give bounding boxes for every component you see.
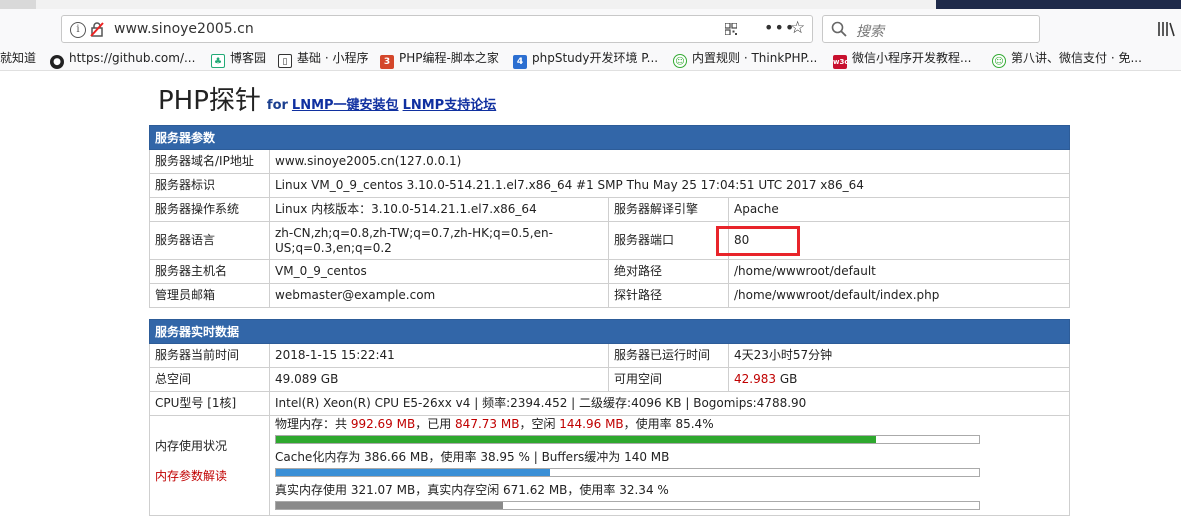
table-row: 服务器操作系统 Linux 内核版本：3.10.0-514.21.1.el7.x… bbox=[149, 197, 1071, 222]
bookmark-item[interactable]: ☺ 第八讲、微信支付 · 免... bbox=[992, 50, 1142, 68]
w3c-icon: w3c bbox=[833, 55, 849, 69]
memory-label-cell: 内存使用状况 内存参数解读 bbox=[149, 415, 270, 516]
real-memory-bar bbox=[275, 501, 980, 510]
realtime-data-table: 服务器实时数据 服务器当前时间 2018-1-15 15:22:41 服务器已运… bbox=[148, 319, 1071, 516]
physical-memory-fill bbox=[276, 436, 877, 443]
server-params-table: 服务器参数 服务器域名/IP地址 www.sinoye2005.cn(127.0… bbox=[148, 125, 1071, 308]
bookmark-star-icon[interactable]: ☆ bbox=[790, 18, 805, 38]
thinkphp-icon: ☺ bbox=[992, 54, 1006, 68]
total-space-label: 总空间 bbox=[149, 367, 270, 392]
info-icon[interactable]: i bbox=[70, 22, 86, 38]
thinkphp-icon: ☺ bbox=[673, 54, 687, 68]
engine-label: 服务器解译引擎 bbox=[608, 197, 729, 222]
real-memory-fill bbox=[276, 502, 504, 509]
free-space-unit: GB bbox=[776, 372, 798, 386]
probe-path-label: 探针路径 bbox=[608, 283, 729, 308]
free-space-number: 42.983 bbox=[734, 372, 776, 386]
real-memory-text: 真实内存使用 321.07 MB，真实内存空闲 671.62 MB，使用率 32… bbox=[275, 483, 669, 497]
cnblogs-icon: ♣ bbox=[211, 54, 225, 68]
hostname-label: 服务器主机名 bbox=[149, 259, 270, 284]
uptime-value: 4天23小时57分钟 bbox=[727, 343, 1071, 368]
memory-usage-label: 内存使用状况 bbox=[155, 439, 228, 453]
hostname-value: VM_0_9_centos bbox=[269, 259, 609, 284]
cpu-value: Intel(R) Xeon(R) CPU E5-26xx v4 | 频率:239… bbox=[268, 391, 1071, 416]
os-label: 服务器操作系统 bbox=[149, 197, 270, 222]
memory-help-link[interactable]: 内存参数解读 bbox=[155, 469, 264, 484]
cache-memory-fill bbox=[276, 469, 550, 476]
tab-strip bbox=[0, 0, 1181, 9]
book-icon: ▯ bbox=[278, 54, 292, 68]
server-params-header: 服务器参数 bbox=[148, 125, 1071, 150]
url-bar[interactable]: i www.sinoye2005.cn ••• ☆ bbox=[61, 15, 813, 43]
server-id-label: 服务器标识 bbox=[149, 173, 270, 198]
total-space-value: 49.089 GB bbox=[269, 367, 609, 392]
cache-memory-text: Cache化内存为 386.66 MB，使用率 38.95 % | Buffer… bbox=[275, 450, 670, 464]
free-space-value: 42.983 GB bbox=[727, 367, 1071, 392]
uptime-label: 服务器已运行时间 bbox=[608, 343, 729, 368]
lnmp-install-link[interactable]: LNMP一键安装包 bbox=[292, 98, 399, 113]
tab-strip-middle bbox=[36, 0, 936, 9]
abspath-value: /home/wwwroot/default bbox=[727, 259, 1071, 284]
bookmark-item[interactable]: 就知道 bbox=[0, 50, 36, 66]
table-row: 服务器语言 zh-CN,zh;q=0.8,zh-TW;q=0.7,zh-HK;q… bbox=[149, 221, 1071, 260]
domain-value: www.sinoye2005.cn(127.0.0.1) bbox=[268, 149, 1071, 174]
probe-path-value: /home/wwwroot/default/index.php bbox=[727, 283, 1071, 308]
port-highlight-box bbox=[716, 226, 800, 256]
bookmark-item[interactable]: w3c 微信小程序开发教程... bbox=[833, 50, 971, 69]
url-text[interactable]: www.sinoye2005.cn bbox=[114, 21, 254, 37]
bookmark-item[interactable]: ♣ 博客园 bbox=[211, 50, 266, 68]
server-id-value: Linux VM_0_9_centos 3.10.0-514.21.1.el7.… bbox=[268, 173, 1071, 198]
bookmark-item[interactable]: 4 phpStudy开发环境 P... bbox=[513, 50, 658, 69]
bookmark-item[interactable]: ▯ 基础 · 小程序 bbox=[278, 50, 368, 68]
jb51-icon: 3 bbox=[380, 55, 394, 69]
insecure-lock-icon[interactable] bbox=[90, 21, 104, 37]
bookmark-item[interactable]: 3 PHP编程-脚本之家 bbox=[380, 50, 499, 69]
admin-email-label: 管理员邮箱 bbox=[149, 283, 270, 308]
table-row: 管理员邮箱 webmaster@example.com 探针路径 /home/w… bbox=[149, 283, 1071, 308]
table-row: 总空间 49.089 GB 可用空间 42.983 GB bbox=[149, 367, 1071, 392]
search-bar[interactable]: 搜索 bbox=[822, 15, 1040, 43]
tab-strip-left bbox=[0, 0, 36, 9]
realtime-header: 服务器实时数据 bbox=[148, 319, 1071, 344]
admin-email-value: webmaster@example.com bbox=[269, 283, 609, 308]
abspath-label: 绝对路径 bbox=[608, 259, 729, 284]
library-icon[interactable] bbox=[1156, 19, 1176, 39]
page-title-text: PHP探针 bbox=[158, 86, 261, 116]
search-placeholder[interactable]: 搜索 bbox=[856, 21, 884, 41]
os-value: Linux 内核版本：3.10.0-514.21.1.el7.x86_64 bbox=[269, 197, 609, 222]
table-row: 服务器标识 Linux VM_0_9_centos 3.10.0-514.21.… bbox=[149, 173, 1071, 198]
physical-memory-bar bbox=[275, 435, 980, 444]
server-time-value: 2018-1-15 15:22:41 bbox=[269, 343, 609, 368]
tab-strip-right bbox=[936, 0, 1181, 9]
server-time-label: 服务器当前时间 bbox=[149, 343, 270, 368]
for-text: for bbox=[266, 98, 288, 113]
cpu-label: CPU型号 [1核] bbox=[149, 391, 270, 416]
page-title: PHP探针 for LNMP一键安装包 LNMP支持论坛 bbox=[158, 80, 496, 117]
physical-memory-text: 物理内存：共 992.69 MB，已用 847.73 MB，空闲 144.96 … bbox=[275, 417, 714, 431]
phpstudy-icon: 4 bbox=[513, 55, 527, 69]
memory-usage-cell: 物理内存：共 992.69 MB，已用 847.73 MB，空闲 144.96 … bbox=[268, 415, 1071, 516]
table-row: 服务器域名/IP地址 www.sinoye2005.cn(127.0.0.1) bbox=[149, 149, 1071, 174]
engine-value: Apache bbox=[727, 197, 1071, 222]
cache-memory-bar bbox=[275, 468, 980, 477]
search-icon bbox=[831, 21, 847, 37]
bookmark-item[interactable]: ● https://github.com/... bbox=[50, 50, 195, 69]
table-row: 服务器当前时间 2018-1-15 15:22:41 服务器已运行时间 4天23… bbox=[149, 343, 1071, 368]
language-value: zh-CN,zh;q=0.8,zh-TW;q=0.7,zh-HK;q=0.5,e… bbox=[269, 221, 609, 260]
table-row: 内存使用状况 内存参数解读 物理内存：共 992.69 MB，已用 847.73… bbox=[149, 415, 1071, 516]
bookmark-item[interactable]: ☺ 内置规则 · ThinkPHP... bbox=[673, 50, 817, 68]
port-label: 服务器端口 bbox=[608, 221, 729, 260]
table-row: CPU型号 [1核] Intel(R) Xeon(R) CPU E5-26xx … bbox=[149, 391, 1071, 416]
lnmp-forum-link[interactable]: LNMP支持论坛 bbox=[403, 98, 497, 113]
table-row: 服务器主机名 VM_0_9_centos 绝对路径 /home/wwwroot/… bbox=[149, 259, 1071, 284]
github-icon: ● bbox=[50, 55, 64, 69]
qr-code-icon[interactable] bbox=[725, 23, 737, 35]
domain-label: 服务器域名/IP地址 bbox=[149, 149, 270, 174]
free-space-label: 可用空间 bbox=[608, 367, 729, 392]
language-label: 服务器语言 bbox=[149, 221, 270, 260]
bookmarks-toolbar: 就知道 ● https://github.com/... ♣ 博客园 ▯ 基础 · 小… bbox=[0, 47, 1181, 71]
